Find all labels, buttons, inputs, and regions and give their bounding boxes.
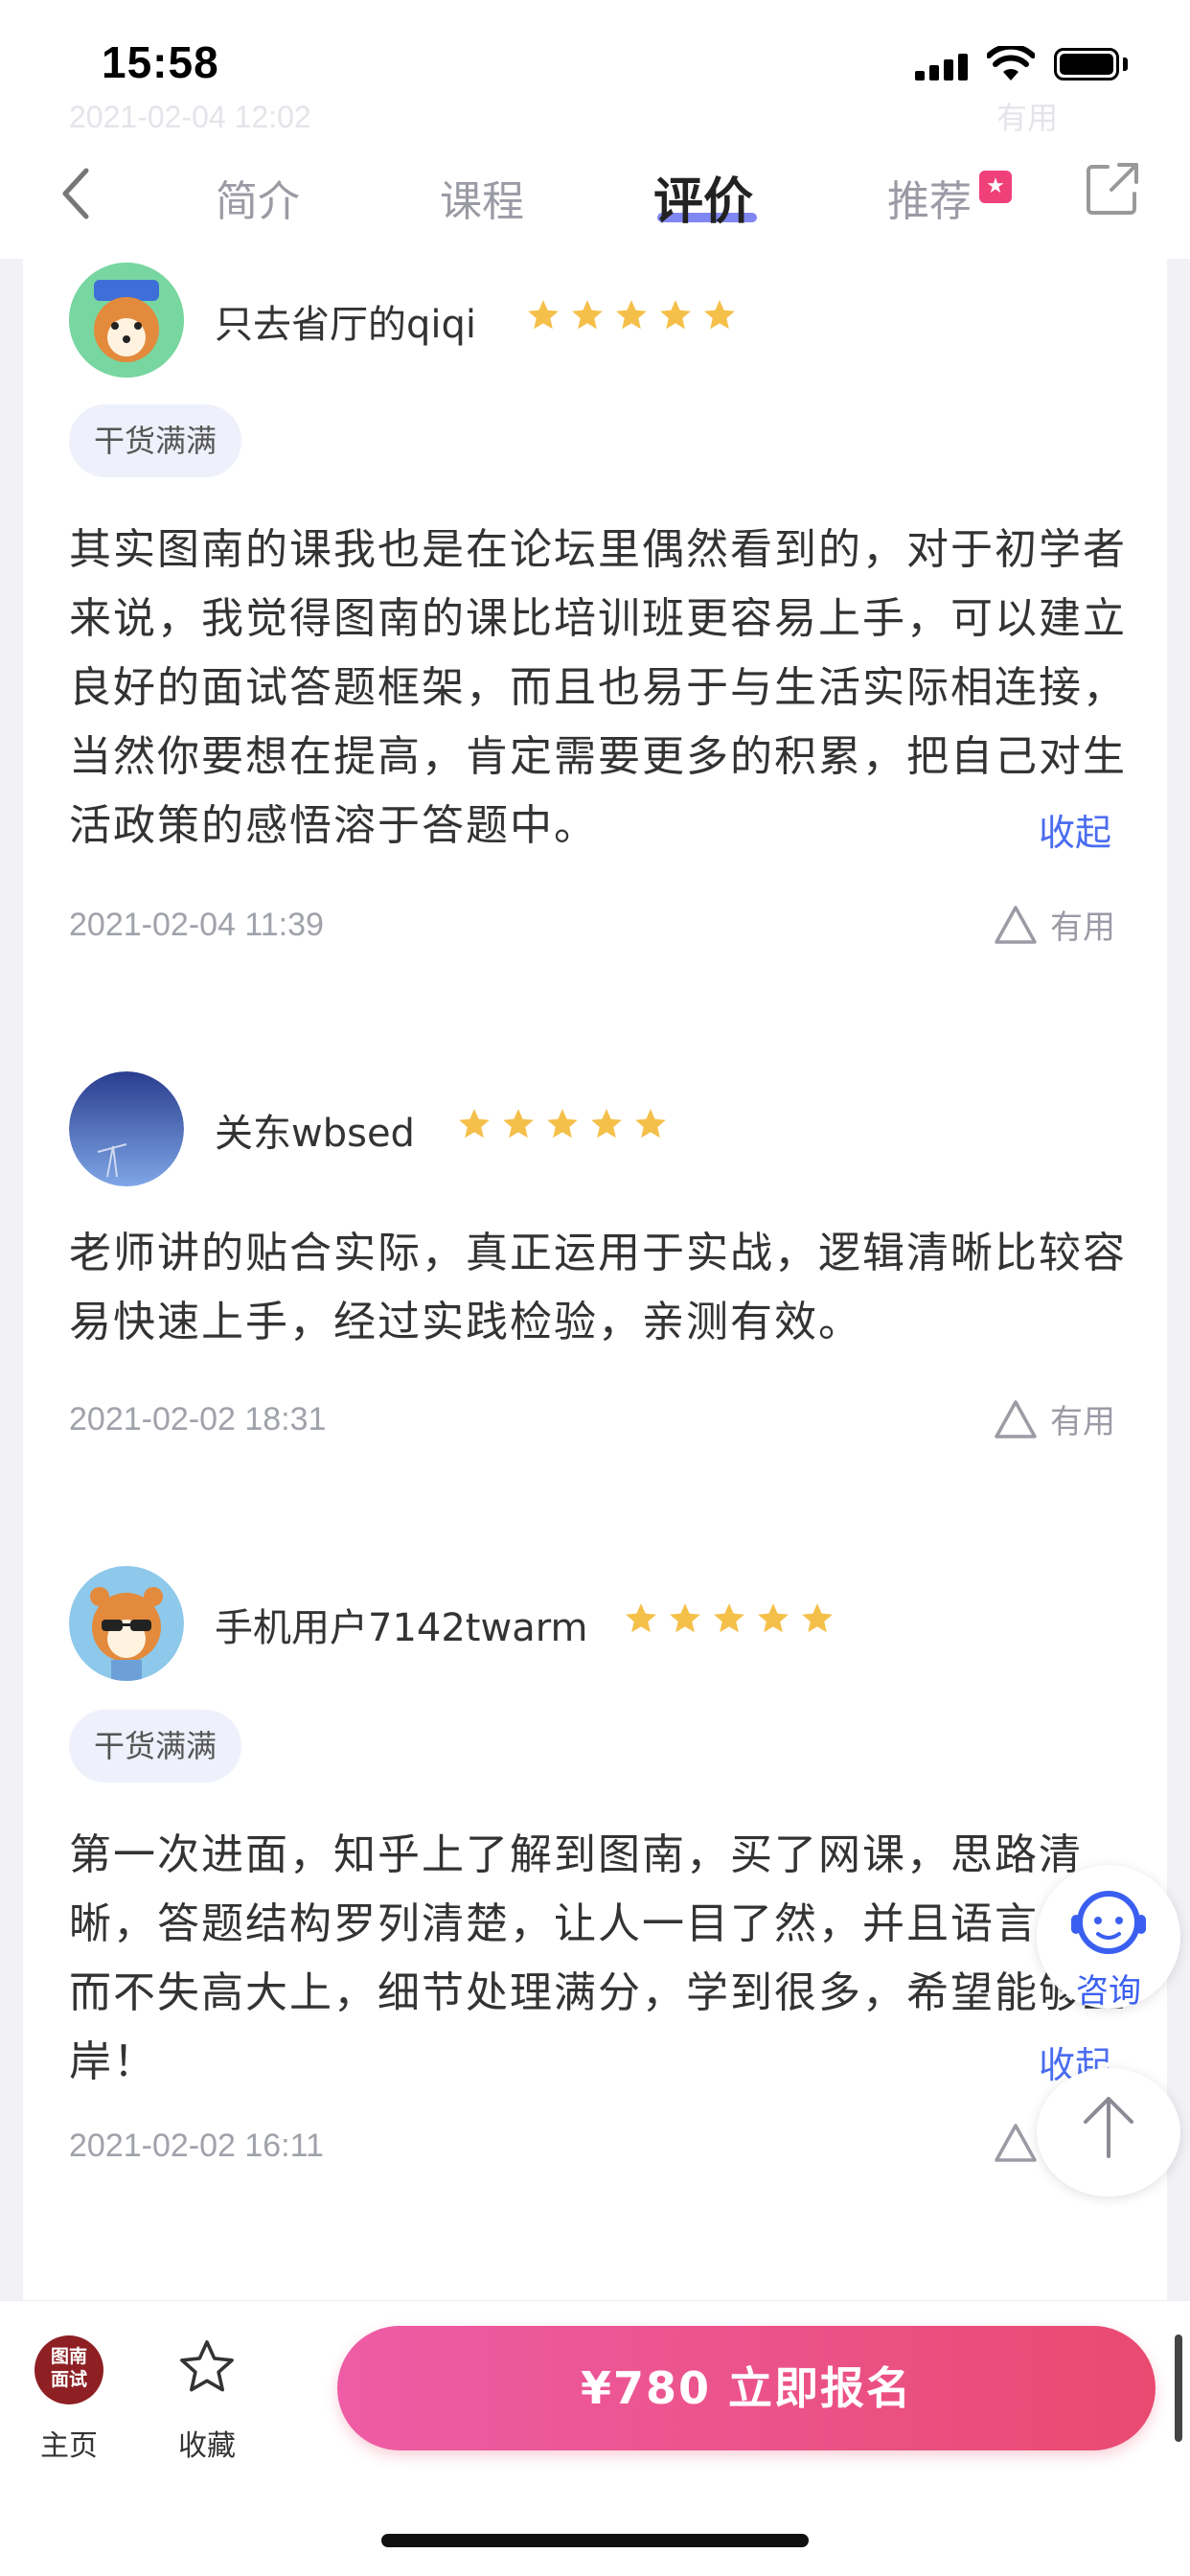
favorite-label[interactable]: 收藏 xyxy=(178,2422,236,2464)
tab-courses[interactable]: 课程 xyxy=(440,167,524,228)
sky-photo-avatar-icon xyxy=(69,1071,184,1186)
review-date: 2021-02-02 18:31 xyxy=(69,1401,327,1438)
scroll-top-button[interactable] xyxy=(1037,2068,1180,2196)
star-icon xyxy=(670,1603,700,1633)
star-icon xyxy=(503,1109,534,1138)
tab-recommend[interactable]: 推荐 xyxy=(887,167,972,228)
status-time: 15:58 xyxy=(102,37,219,87)
avatar[interactable] xyxy=(69,263,184,378)
scrolled-useful-ghost: 有用 xyxy=(996,100,1059,136)
review-text: 其实图南的课我也是在论坛里偶然看到的，对于初学者来说，我觉得图南的课比培训班更容… xyxy=(69,525,1127,850)
reviews-list: 只去省厅的qiqi 干货满满 其实图南的课我也是在论坛里偶然看到的，对于初学者来… xyxy=(23,259,1167,2300)
arrow-up-icon xyxy=(1084,2097,1133,2158)
cellular-signal-icon xyxy=(915,54,969,80)
star-icon xyxy=(528,300,559,330)
home-logo-icon[interactable]: 图南面试 xyxy=(34,2335,103,2404)
scrolled-date-ghost: 2021-02-04 12:02 xyxy=(69,100,311,134)
useful-button[interactable] xyxy=(993,2122,1039,2164)
home-label[interactable]: 主页 xyxy=(40,2422,98,2464)
review-tag: 干货满满 xyxy=(69,1710,242,1782)
triangle-icon xyxy=(995,905,1037,944)
avatar[interactable] xyxy=(69,1071,184,1186)
enroll-button[interactable]: ¥780 立即报名 xyxy=(337,2326,1156,2450)
reviewer-name: 关东wbsed xyxy=(215,1112,415,1156)
star-icon xyxy=(802,1603,833,1633)
star-icon xyxy=(758,1603,789,1633)
star-icon xyxy=(704,300,735,330)
review-date: 2021-02-04 11:39 xyxy=(69,907,324,943)
share-icon[interactable] xyxy=(1085,161,1140,217)
useful-button[interactable]: 有用 xyxy=(993,1395,1115,1442)
review-text: 老师讲的贴合实际，真正运用于实战，逻辑清晰比较容易快速上手，经过实践检验，亲测有… xyxy=(69,1229,1127,1346)
star-icon xyxy=(547,1109,578,1138)
customer-service-icon xyxy=(1071,1891,1146,1954)
back-arrow-icon[interactable] xyxy=(50,165,107,222)
avatar[interactable] xyxy=(69,1566,184,1681)
rating-stars xyxy=(456,1106,669,1142)
star-outline-icon[interactable] xyxy=(175,2335,239,2399)
star-icon xyxy=(591,1109,622,1138)
useful-button[interactable]: 有用 xyxy=(993,901,1115,948)
star-icon xyxy=(459,1109,490,1138)
star-icon xyxy=(660,300,691,330)
wifi-icon xyxy=(987,46,1035,80)
triangle-icon xyxy=(995,1399,1037,1438)
collapse-link[interactable]: 收起 xyxy=(1039,803,1111,856)
battery-tip xyxy=(1123,58,1128,71)
bear-avatar-icon xyxy=(69,263,184,378)
star-icon xyxy=(635,1109,666,1138)
rating-stars xyxy=(525,297,738,334)
tab-intro[interactable]: 简介 xyxy=(216,167,300,228)
consult-button[interactable]: 咨询 xyxy=(1037,1865,1180,2011)
tab-nav: 简介 课程 评价 推荐 ★ xyxy=(0,144,1190,259)
battery-icon xyxy=(1054,48,1119,80)
star-badge-icon: ★ xyxy=(979,171,1012,203)
reviewer-name: 只去省厅的qiqi xyxy=(215,303,477,347)
home-indicator[interactable] xyxy=(381,2534,809,2547)
useful-label: 有用 xyxy=(1050,908,1115,947)
review-text: 第一次进面，知乎上了解到图南，买了网课，思路清晰，答题结构罗列清楚，让人一目了然… xyxy=(69,1830,1127,2086)
star-icon xyxy=(714,1603,744,1633)
scrollbar[interactable] xyxy=(1175,2334,1182,2442)
bear-sunglasses-avatar-icon xyxy=(69,1566,184,1681)
reviewer-name: 手机用户7142twarm xyxy=(215,1606,588,1650)
logo-text: 图南面试 xyxy=(50,2346,87,2390)
star-icon xyxy=(626,1603,656,1633)
triangle-icon xyxy=(995,2124,1037,2162)
useful-label: 有用 xyxy=(1050,1403,1115,1441)
consult-label: 咨询 xyxy=(1076,1972,1141,2011)
review-date: 2021-02-02 16:11 xyxy=(69,2128,324,2164)
star-icon xyxy=(616,300,647,330)
star-icon xyxy=(572,300,603,330)
review-tag: 干货满满 xyxy=(69,404,242,477)
tab-reviews[interactable]: 评价 xyxy=(653,161,753,233)
rating-stars xyxy=(623,1600,835,1637)
